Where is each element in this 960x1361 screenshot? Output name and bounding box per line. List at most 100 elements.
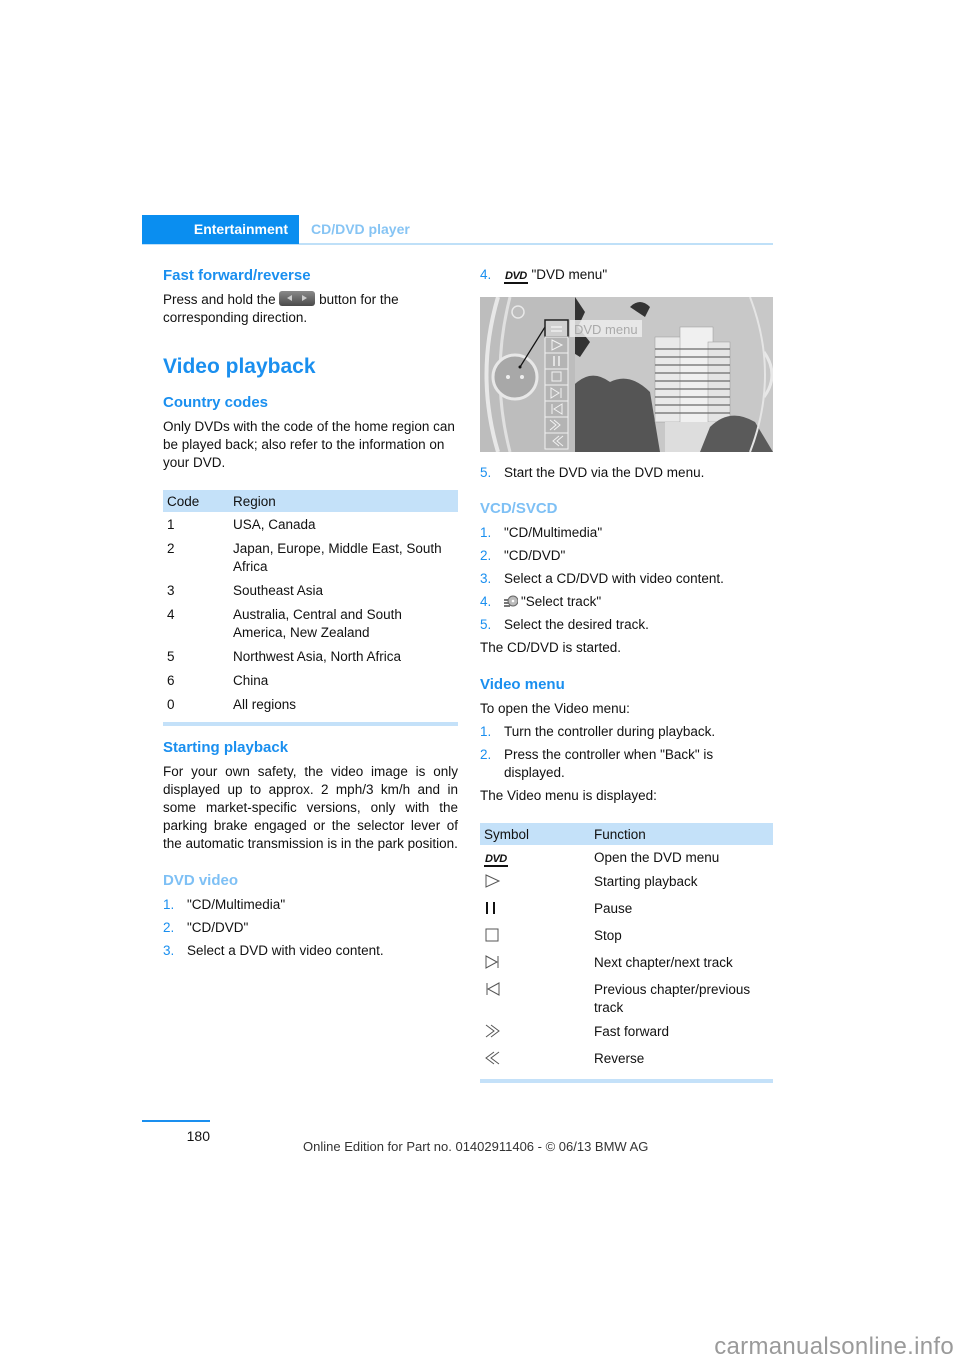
region-cell: Japan, Europe, Middle East, South Africa: [233, 541, 442, 574]
function-cell: Next chapter/next track: [594, 955, 733, 970]
step-item: 5. Select the desired track.: [480, 616, 773, 634]
video-menu-heading: Video menu: [480, 676, 565, 693]
next-track-icon: [485, 955, 499, 969]
step-number: 5.: [480, 465, 492, 480]
pause-icon: [486, 902, 495, 914]
step-text: "CD/Multimedia": [504, 525, 603, 540]
table-row: DVD Open the DVD menu: [480, 845, 773, 869]
step-text: "CD/DVD": [187, 920, 249, 935]
step-item: 5. Start the DVD via the DVD menu.: [480, 464, 773, 482]
dvd-start-step: 5. Start the DVD via the DVD menu.: [480, 464, 773, 482]
function-cell: Fast forward: [594, 1024, 670, 1039]
step-text: Select a DVD with video content.: [187, 943, 384, 958]
step-number: 4.: [480, 267, 492, 282]
function-cell: Previous chapter/previous track: [594, 982, 751, 1015]
code-cell: 1: [167, 517, 175, 532]
table-row: 3 Southeast Asia: [163, 578, 458, 602]
country-codes-text: Only DVDs with the code of the home regi…: [163, 419, 455, 470]
step-item: 4. DVD "DVD menu": [480, 266, 773, 284]
function-cell: Pause: [594, 901, 633, 916]
video-playback-heading: Video playback: [163, 355, 316, 378]
left-column: Fast forward/reverse Press and hold the …: [163, 266, 458, 965]
step-number: 1.: [480, 525, 492, 540]
fast-forward-icon: [485, 1024, 500, 1038]
table-row: Starting playback: [480, 869, 773, 896]
step-item: 2. "CD/DVD": [480, 547, 773, 565]
region-cell: USA, Canada: [233, 517, 316, 532]
dvd-logo-icon: DVD: [504, 270, 528, 284]
table-header-row: Symbol Function: [480, 823, 773, 845]
edition-footer: Online Edition for Part no. 01402911406 …: [303, 1139, 649, 1154]
step-text: "CD/DVD": [504, 548, 566, 563]
table-row: 5 Northwest Asia, North Africa: [163, 644, 458, 668]
table-header-row: Code Region: [163, 490, 458, 512]
stop-icon: [485, 928, 499, 942]
region-cell: Southeast Asia: [233, 583, 324, 598]
table-row: 4 Australia, Central and South America, N…: [163, 602, 458, 644]
step-text: Select the desired track.: [504, 617, 649, 632]
step-number: 2.: [480, 548, 492, 563]
column-header-region: Region: [229, 490, 458, 512]
column-header-code: Code: [163, 490, 229, 512]
dvd-video-heading: DVD video: [163, 872, 239, 889]
step-item: 1. "CD/Multimedia": [480, 524, 773, 542]
page-header: Entertainment CD/DVD player: [142, 215, 773, 245]
region-cell: All regions: [233, 697, 297, 712]
step-item: 3. Select a DVD with video content.: [163, 942, 458, 960]
step-number: 4.: [480, 594, 492, 609]
step-text: Select a CD/DVD with video content.: [504, 571, 724, 586]
previous-track-icon: [486, 982, 500, 996]
vcd-heading: VCD/SVCD: [480, 500, 558, 517]
vcd-result-text: The CD/DVD is started.: [480, 640, 622, 655]
step-number: 3.: [163, 943, 175, 958]
step-number: 1.: [480, 724, 492, 739]
starting-playback-heading: Starting playback: [163, 739, 289, 756]
code-cell: 3: [167, 583, 175, 598]
step-number: 3.: [480, 571, 492, 586]
vcd-steps: 1. "CD/Multimedia" 2. "CD/DVD" 3. Select a …: [480, 524, 773, 634]
step-number: 2.: [480, 747, 492, 762]
country-codes-table: Code Region 1 USA, Canada 2 Japan, Europe,…: [163, 490, 458, 716]
step-text: "Select track": [521, 594, 602, 609]
step-text: "DVD menu": [531, 267, 608, 282]
table-row: 6 China: [163, 668, 458, 692]
step-text: Start the DVD via the DVD menu.: [504, 465, 705, 480]
play-icon: [485, 874, 501, 888]
region-cell: Northwest Asia, North Africa: [233, 649, 402, 664]
country-codes-heading: Country codes: [163, 394, 269, 411]
table-row: 2 Japan, Europe, Middle East, South Afric…: [163, 536, 458, 578]
region-cell: Australia, Central and South America, Ne…: [233, 607, 402, 640]
table-row: 0 All regions: [163, 692, 458, 716]
code-cell: 5: [167, 649, 175, 664]
step-text: Press the controller when "Back" is disp…: [504, 747, 714, 780]
step-number: 5.: [480, 617, 492, 632]
dvd-menu-screenshot: DVD menu: [480, 297, 773, 452]
select-track-icon: [504, 595, 518, 607]
table-bottom-rule: [480, 1079, 773, 1083]
video-menu-steps: 1. Turn the controller during playback. 2…: [480, 723, 773, 782]
watermark: carmanualsonline.info: [714, 1333, 954, 1360]
table-row: Next chapter/next track: [480, 950, 773, 977]
function-cell: Starting playback: [594, 874, 698, 889]
page-number: 180: [142, 1120, 210, 1144]
table-row: Stop: [480, 923, 773, 950]
screen-illustration: [480, 297, 773, 452]
code-cell: 6: [167, 673, 175, 688]
code-cell: 2: [167, 541, 175, 556]
step-item: 3. Select a CD/DVD with video content.: [480, 570, 773, 588]
video-menu-result: The Video menu is displayed:: [480, 788, 657, 803]
fast-forward-text-before: Press and hold the: [163, 292, 276, 307]
step-item: 2. "CD/DVD": [163, 919, 458, 937]
step-item: 4. "Select track": [480, 593, 773, 611]
step-text: Turn the controller during playback.: [504, 724, 716, 739]
dvd-video-steps: 1. "CD/Multimedia" 2. "CD/DVD" 3. Select a …: [163, 896, 458, 960]
fast-forward-heading: Fast forward/reverse: [163, 267, 311, 284]
region-cell: China: [233, 673, 269, 688]
right-column: 4. DVD "DVD menu" DVD menu 5. Start the …: [480, 266, 773, 1083]
table-row: Previous chapter/previous track: [480, 977, 773, 1019]
step-item: 2. Press the controller when "Back" is di…: [480, 746, 773, 782]
step-item: 1. "CD/Multimedia": [163, 896, 458, 914]
table-row: Reverse: [480, 1046, 773, 1073]
fast-forward-text: Press and hold the button for the corres…: [163, 291, 458, 327]
table-row: 1 USA, Canada: [163, 512, 458, 536]
